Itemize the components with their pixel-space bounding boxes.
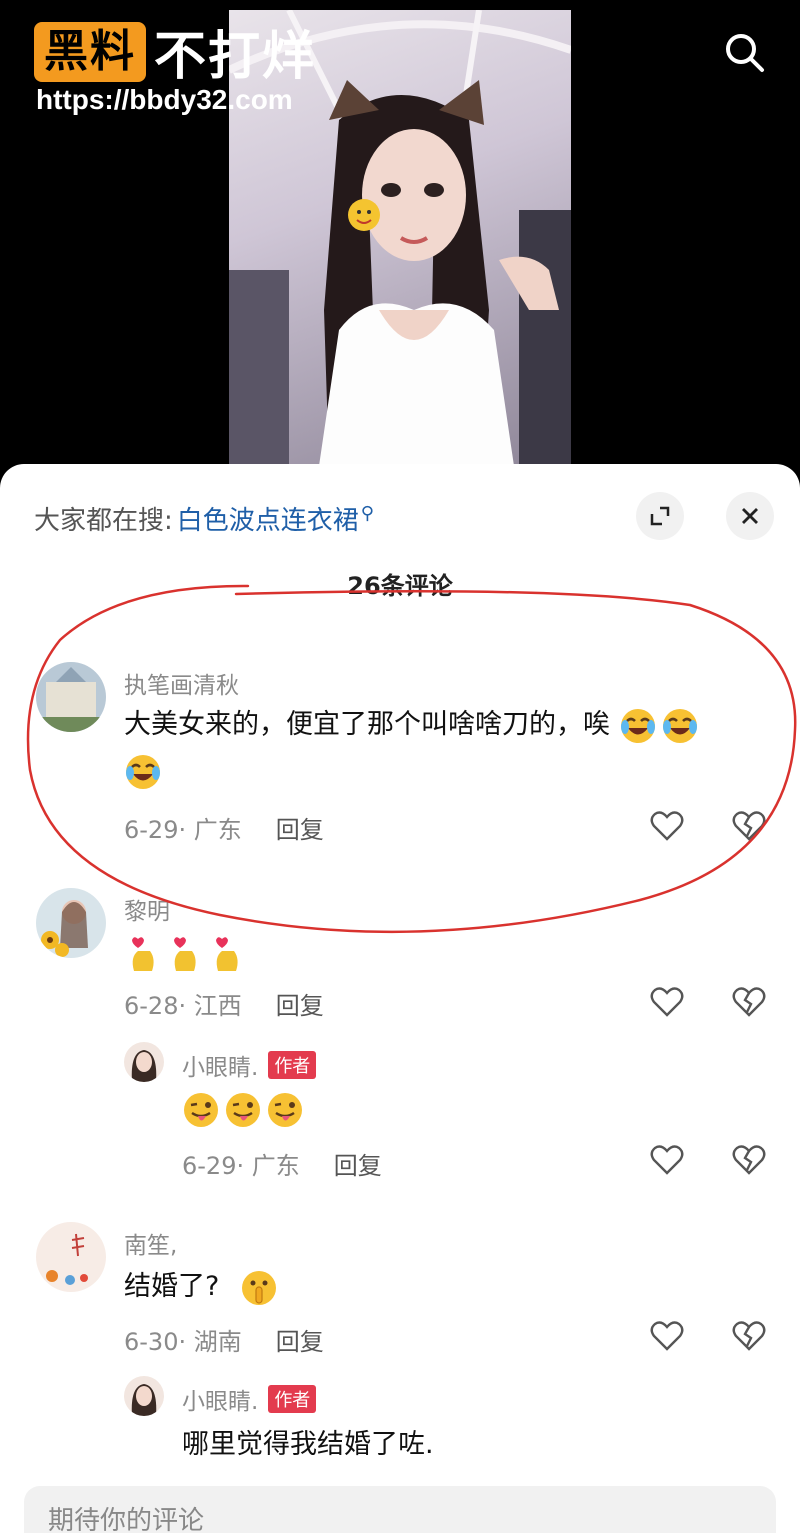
comment-text: 结婚了? bbox=[124, 1264, 282, 1310]
comment-text-body: 结婚了? bbox=[124, 1271, 220, 1302]
comment-date-location: 6-29· 广东 bbox=[124, 816, 242, 844]
author-badge: 作者 bbox=[268, 1385, 317, 1413]
finger-heart-emoji bbox=[124, 935, 162, 973]
comment-date-location: 6-30· 湖南 bbox=[124, 1328, 242, 1356]
comment-sheet: 大家都在搜: 白色波点连衣裙 ⚲ 26条评论 执笔画清秋 大美女来的，便宜了那个… bbox=[0, 464, 800, 1533]
reply-text: 哪里觉得我结婚了咗. bbox=[182, 1429, 434, 1460]
reply-button[interactable]: 回复 bbox=[276, 986, 324, 1021]
comment-meta: 6-29· 广东 回复 bbox=[124, 810, 324, 845]
username-text[interactable]: 南笙, bbox=[124, 1226, 177, 1260]
reply-username[interactable]: 小眼睛. 作者 bbox=[182, 1382, 317, 1416]
comment-text bbox=[124, 930, 250, 976]
comment-username[interactable]: 执笔画清秋 bbox=[124, 666, 239, 700]
tongue-out-emoji bbox=[224, 1091, 262, 1129]
username-text[interactable]: 小眼睛. bbox=[182, 1382, 258, 1416]
broken-heart-icon[interactable] bbox=[732, 986, 766, 1018]
broken-heart-icon[interactable] bbox=[732, 1144, 766, 1176]
avatar[interactable] bbox=[36, 1222, 106, 1292]
comment-date-location: 6-29· 广东 bbox=[182, 1152, 300, 1180]
comment-meta: 6-28· 江西 回复 bbox=[124, 986, 324, 1021]
heart-icon[interactable] bbox=[650, 810, 684, 842]
hot-search-keyword[interactable]: 白色波点连衣裙 bbox=[177, 500, 359, 537]
close-button[interactable] bbox=[726, 492, 774, 540]
comment-username[interactable]: 黎明 bbox=[124, 892, 170, 926]
search-small-icon: ⚲ bbox=[360, 503, 374, 524]
crying-laughing-emoji bbox=[124, 753, 162, 791]
finger-heart-emoji bbox=[208, 935, 246, 973]
video-area: 黑料 不打烊 https://bbdy32.com bbox=[0, 0, 800, 470]
heart-icon[interactable] bbox=[650, 1144, 684, 1176]
avatar[interactable] bbox=[124, 1376, 164, 1416]
watermark-url: https://bbdy32.com bbox=[36, 84, 293, 115]
close-icon bbox=[742, 508, 758, 524]
crying-laughing-emoji bbox=[619, 707, 657, 745]
broken-heart-icon[interactable] bbox=[732, 1320, 766, 1352]
username-text[interactable]: 执笔画清秋 bbox=[124, 666, 239, 700]
reply-button[interactable]: 回复 bbox=[334, 1146, 382, 1181]
reply-username[interactable]: 小眼睛. 作者 bbox=[182, 1048, 317, 1082]
comment-text: 大美女来的，便宜了那个叫啥啥刀的，唉 bbox=[124, 702, 764, 794]
logo-text: 不打烊 bbox=[154, 27, 317, 87]
tongue-out-emoji bbox=[182, 1091, 220, 1129]
crying-laughing-emoji bbox=[661, 707, 699, 745]
comment-text-body: 大美女来的，便宜了那个叫啥啥刀的，唉 bbox=[124, 709, 610, 740]
avatar[interactable] bbox=[124, 1042, 164, 1082]
heart-icon[interactable] bbox=[650, 1320, 684, 1352]
avatar[interactable] bbox=[36, 888, 106, 958]
avatar[interactable] bbox=[36, 662, 106, 732]
comment-input[interactable] bbox=[24, 1486, 776, 1533]
username-text[interactable]: 小眼睛. bbox=[182, 1048, 258, 1082]
watermark-logo: 黑料 不打烊 bbox=[34, 14, 316, 89]
shush-emoji bbox=[240, 1269, 278, 1307]
hot-search-bar[interactable]: 大家都在搜: 白色波点连衣裙 ⚲ bbox=[34, 500, 374, 537]
heart-icon[interactable] bbox=[650, 986, 684, 1018]
finger-heart-emoji bbox=[166, 935, 204, 973]
broken-heart-icon[interactable] bbox=[732, 810, 766, 842]
reply-button[interactable]: 回复 bbox=[276, 810, 324, 845]
hot-search-label: 大家都在搜: bbox=[34, 506, 173, 536]
comment-date-location: 6-28· 江西 bbox=[124, 992, 242, 1020]
comment-username[interactable]: 南笙, bbox=[124, 1226, 177, 1260]
search-icon[interactable] bbox=[722, 30, 766, 74]
comment-input-bar[interactable] bbox=[24, 1486, 776, 1533]
tongue-out-emoji bbox=[266, 1091, 304, 1129]
expand-button[interactable] bbox=[636, 492, 684, 540]
reply-text bbox=[182, 1086, 308, 1132]
comment-meta: 6-30· 湖南 回复 bbox=[124, 1322, 324, 1357]
author-badge: 作者 bbox=[268, 1051, 317, 1079]
username-text[interactable]: 黎明 bbox=[124, 892, 170, 926]
comment-count: 26条评论 bbox=[347, 572, 453, 600]
logo-box: 黑料 bbox=[34, 21, 146, 82]
reply-meta: 6-29· 广东 回复 bbox=[182, 1146, 382, 1181]
reply-button[interactable]: 回复 bbox=[276, 1322, 324, 1357]
expand-icon bbox=[650, 506, 670, 526]
